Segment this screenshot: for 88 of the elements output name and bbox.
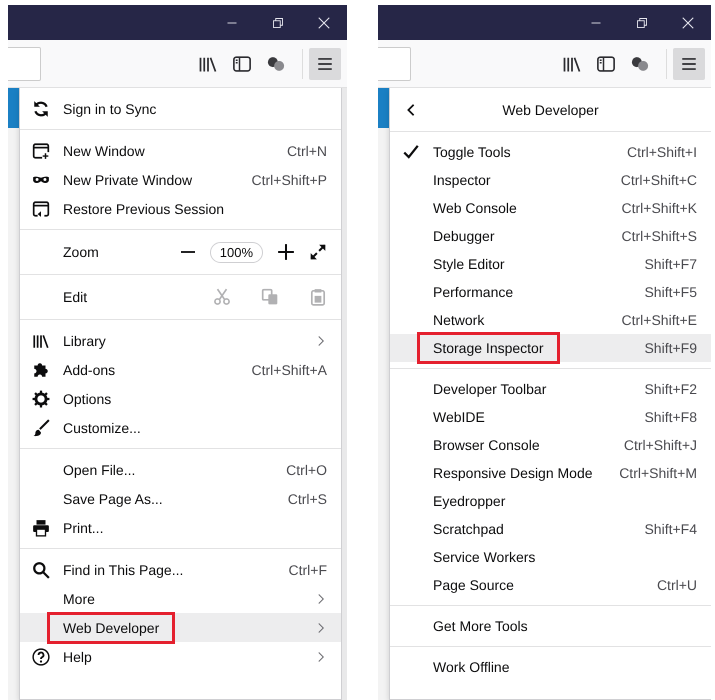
menu-item[interactable]: More bbox=[20, 584, 341, 613]
gear-icon bbox=[32, 390, 50, 408]
shortcut-text: Ctrl+S bbox=[288, 490, 327, 506]
expand-arrows-icon bbox=[309, 243, 327, 261]
shortcut-text: Ctrl+U bbox=[656, 577, 697, 593]
sidebar-icon bbox=[596, 54, 616, 74]
menu-item[interactable]: Network Ctrl+Shift+E bbox=[390, 306, 711, 334]
restore-session-icon bbox=[32, 200, 50, 218]
menu-item[interactable]: Library bbox=[20, 326, 341, 355]
menu-button[interactable] bbox=[673, 48, 705, 80]
shortcut-text: Ctrl+N bbox=[286, 142, 327, 158]
zoom-reset-button[interactable]: 100% bbox=[210, 242, 263, 262]
menu-item[interactable]: Toggle Tools Ctrl+Shift+I bbox=[390, 138, 711, 166]
menu-item[interactable]: Help bbox=[20, 642, 341, 671]
menu-item[interactable]: Find in This Page... Ctrl+F bbox=[20, 555, 341, 584]
menu-item[interactable]: Style Editor Shift+F7 bbox=[390, 250, 711, 278]
address-field[interactable] bbox=[8, 46, 41, 80]
menu-item[interactable]: Page Source Ctrl+U bbox=[390, 571, 711, 599]
menu-item[interactable]: Get More Tools bbox=[390, 612, 711, 640]
shortcut-text: Shift+F9 bbox=[644, 340, 697, 356]
menu-item[interactable]: Options bbox=[20, 384, 341, 413]
scissors-icon bbox=[213, 288, 231, 306]
menu-item[interactable]: Inspector Ctrl+Shift+C bbox=[390, 166, 711, 194]
menu-item[interactable]: Debugger Ctrl+Shift+S bbox=[390, 222, 711, 250]
menu-item[interactable]: Performance Shift+F5 bbox=[390, 278, 711, 306]
menu-item[interactable]: New Private Window Ctrl+Shift+P bbox=[20, 165, 341, 194]
help-icon bbox=[32, 648, 50, 666]
clipboard-icon bbox=[309, 288, 327, 306]
printer-icon bbox=[32, 518, 50, 536]
shortcut-text: Ctrl+Shift+A bbox=[252, 362, 327, 378]
menu-item[interactable]: Storage Inspector Shift+F9 bbox=[390, 334, 711, 362]
menu-item[interactable]: Work Offline bbox=[390, 653, 711, 681]
shortcut-text: Ctrl+Shift+J bbox=[624, 437, 697, 453]
plus-icon bbox=[277, 243, 295, 261]
address-field[interactable] bbox=[378, 46, 411, 80]
page-banner bbox=[8, 88, 19, 128]
fullscreen-button[interactable] bbox=[309, 243, 327, 261]
brush-icon bbox=[32, 418, 50, 436]
scrollbar[interactable] bbox=[342, 88, 347, 700]
sidebar-icon bbox=[232, 54, 252, 74]
puzzle-icon bbox=[32, 360, 50, 378]
shortcut-text: Ctrl+Shift+S bbox=[622, 228, 697, 244]
restore-icon bbox=[272, 16, 284, 28]
menu-item[interactable]: Web Console Ctrl+Shift+K bbox=[390, 194, 711, 222]
menu-item[interactable]: Customize... bbox=[20, 413, 341, 442]
checkmark-icon bbox=[402, 143, 420, 161]
edit-label: Edit bbox=[63, 289, 88, 305]
sync-icon bbox=[32, 100, 50, 118]
menu-item[interactable]: Eyedropper bbox=[390, 487, 711, 515]
shortcut-text: Shift+F5 bbox=[644, 284, 697, 300]
menu-item[interactable]: Scratchpad Shift+F4 bbox=[390, 515, 711, 543]
menu-item[interactable]: Restore Previous Session bbox=[20, 194, 341, 223]
menu-item[interactable]: Browser Console Ctrl+Shift+J bbox=[390, 431, 711, 459]
menu-item[interactable]: Service Workers bbox=[390, 543, 711, 571]
copy-icon bbox=[261, 288, 279, 306]
menu-button[interactable] bbox=[309, 48, 341, 80]
menu-item[interactable]: Open File... Ctrl+O bbox=[20, 455, 341, 484]
menu-item[interactable]: Print... bbox=[20, 513, 341, 542]
shortcut-text: Ctrl+Shift+P bbox=[252, 172, 327, 188]
submenu-title: Web Developer bbox=[502, 102, 599, 118]
shortcut-text: Shift+F4 bbox=[644, 521, 697, 537]
shortcut-text: Ctrl+Shift+E bbox=[622, 312, 697, 328]
shortcut-text: Ctrl+O bbox=[286, 462, 327, 478]
shortcut-text: Shift+F8 bbox=[644, 409, 697, 425]
shortcut-text: Shift+F7 bbox=[644, 256, 697, 272]
menu-item[interactable]: Developer Toolbar Shift+F2 bbox=[390, 375, 711, 403]
shortcut-text: Ctrl+Shift+I bbox=[626, 144, 697, 160]
shortcut-text: Ctrl+Shift+C bbox=[620, 172, 697, 188]
minus-icon bbox=[180, 251, 196, 253]
menu-item[interactable]: Web Developer bbox=[20, 613, 341, 642]
close-icon bbox=[317, 16, 331, 30]
menu-item[interactable]: Sign in to Sync bbox=[20, 94, 341, 123]
shortcut-text: Shift+F2 bbox=[644, 381, 697, 397]
shortcut-text: Ctrl+F bbox=[288, 562, 327, 578]
zoom-in-button[interactable] bbox=[277, 243, 295, 261]
menu-item[interactable]: New Window Ctrl+N bbox=[20, 136, 341, 165]
menu-item[interactable]: Responsive Design Mode Ctrl+Shift+M bbox=[390, 459, 711, 487]
shortcut-text: Ctrl+Shift+K bbox=[622, 200, 697, 216]
page-banner bbox=[378, 88, 389, 128]
menu-item[interactable]: Save Page As... Ctrl+S bbox=[20, 484, 341, 513]
menu-item[interactable]: WebIDE Shift+F8 bbox=[390, 403, 711, 431]
zoom-label: Zoom bbox=[63, 244, 99, 260]
new-window-icon bbox=[32, 142, 50, 160]
search-icon bbox=[32, 560, 50, 578]
shortcut-text: Ctrl+Shift+M bbox=[619, 465, 697, 481]
restore-icon bbox=[636, 16, 648, 28]
menu-item[interactable]: Add-ons Ctrl+Shift+A bbox=[20, 355, 341, 384]
close-icon bbox=[681, 16, 695, 30]
